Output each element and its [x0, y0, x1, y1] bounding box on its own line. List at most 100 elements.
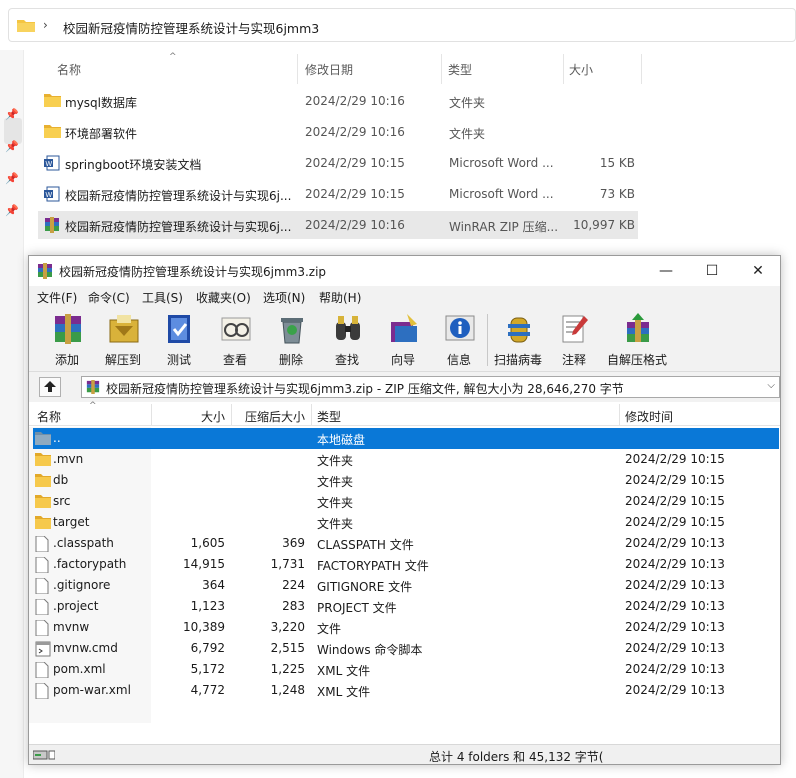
column-date-modified[interactable]: 修改日期	[305, 61, 353, 78]
winrar-app-icon	[37, 263, 53, 282]
maximize-button[interactable]: ☐	[689, 256, 735, 286]
file-icon	[35, 661, 49, 681]
wizard-icon	[387, 312, 421, 346]
menu-bar: 文件(F) 命令(C) 工具(S) 收藏夹(O) 选项(N) 帮助(H)	[29, 286, 780, 308]
winrar-archive-icon	[86, 380, 100, 397]
explorer-row[interactable]: W 校园新冠疫情防控管理系统设计与实现6j... 2024/2/29 10:15…	[38, 180, 638, 208]
comment-icon	[558, 312, 592, 346]
drive-icon[interactable]	[32, 749, 56, 764]
file-list-row[interactable]: src 文件夹 2024/2/29 10:15	[33, 491, 779, 512]
file-list-row[interactable]: mvnw.cmd 6,792 2,515 Windows 命令脚本 2024/2…	[33, 638, 779, 659]
sort-ascending-icon: ^	[169, 52, 177, 62]
file-list-row-selected[interactable]: .. 本地磁盘	[33, 428, 779, 449]
add-button[interactable]: 添加	[39, 310, 95, 370]
file-list-header: 名称 ^ 大小 压缩后大小 类型 修改时间	[29, 401, 780, 426]
file-icon	[35, 577, 49, 597]
comment-button[interactable]: 注释	[546, 310, 602, 370]
folder-icon	[35, 494, 51, 511]
parent-folder-icon	[35, 431, 51, 448]
virus-scan-button[interactable]: 扫描病毒	[490, 310, 546, 370]
sfx-button[interactable]: 自解压格式	[607, 310, 667, 370]
file-list: .. 本地磁盘 .mvn 文件夹 2024/2/29 10:15 db 文件夹 …	[29, 427, 780, 723]
file-icon	[35, 682, 49, 702]
path-bar: 校园新冠疫情防控管理系统设计与实现6jmm3.zip - ZIP 压缩文件, 解…	[29, 372, 780, 402]
sort-ascending-icon: ^	[89, 401, 97, 411]
file-icon	[35, 598, 49, 618]
minimize-button[interactable]: —	[643, 256, 689, 286]
file-icon	[35, 619, 49, 639]
file-list-row[interactable]: target 文件夹 2024/2/29 10:15	[33, 512, 779, 533]
delete-icon	[275, 312, 309, 346]
file-list-row[interactable]: pom.xml 5,172 1,225 XML 文件 2024/2/29 10:…	[33, 659, 779, 680]
folder-icon	[35, 515, 51, 532]
explorer-row[interactable]: W springboot环境安装文档 2024/2/29 10:15 Micro…	[38, 149, 638, 177]
column-size[interactable]: 大小	[201, 408, 225, 425]
pin-icon[interactable]: 📌	[5, 204, 19, 218]
column-name[interactable]: 名称	[37, 408, 61, 425]
up-arrow-icon	[44, 381, 56, 392]
archive-path-text: 校园新冠疫情防控管理系统设计与实现6jmm3.zip - ZIP 压缩文件, 解…	[106, 382, 624, 396]
wizard-button[interactable]: 向导	[375, 310, 431, 370]
sfx-icon	[621, 312, 655, 346]
delete-button[interactable]: 删除	[263, 310, 319, 370]
navigation-pane: 📌 📌 📌 📌	[0, 50, 24, 778]
file-list-row[interactable]: pom-war.xml 4,772 1,248 XML 文件 2024/2/29…	[33, 680, 779, 701]
chevron-right-icon[interactable]: ›	[43, 18, 48, 32]
menu-help[interactable]: 帮助(H)	[319, 289, 361, 306]
pin-icon[interactable]: 📌	[5, 140, 19, 154]
file-list-row[interactable]: .classpath 1,605 369 CLASSPATH 文件 2024/2…	[33, 533, 779, 554]
extract-to-icon	[107, 312, 141, 346]
menu-tools[interactable]: 工具(S)	[142, 289, 183, 306]
column-type[interactable]: 类型	[317, 408, 341, 425]
menu-file[interactable]: 文件(F)	[37, 289, 77, 306]
folder-icon	[35, 452, 51, 469]
find-icon	[331, 312, 365, 346]
find-button[interactable]: 查找	[319, 310, 375, 370]
file-list-row[interactable]: db 文件夹 2024/2/29 10:15	[33, 470, 779, 491]
window-title: 校园新冠疫情防控管理系统设计与实现6jmm3.zip	[59, 265, 327, 279]
menu-favorites[interactable]: 收藏夹(O)	[196, 289, 251, 306]
column-packed-size[interactable]: 压缩后大小	[245, 408, 305, 425]
explorer-row-selected[interactable]: 校园新冠疫情防控管理系统设计与实现6j... 2024/2/29 10:16 W…	[38, 211, 638, 239]
column-name[interactable]: 名称	[57, 61, 81, 78]
status-text: 总计 4 folders 和 45,132 字节(	[429, 750, 604, 764]
word-document-icon: W	[44, 186, 60, 205]
winrar-window: 校园新冠疫情防控管理系统设计与实现6jmm3.zip — ☐ ✕ 文件(F) 命…	[28, 255, 781, 765]
file-list-row[interactable]: .mvn 文件夹 2024/2/29 10:15	[33, 449, 779, 470]
info-button[interactable]: 信息	[431, 310, 487, 370]
folder-icon	[44, 93, 61, 110]
close-button[interactable]: ✕	[735, 256, 781, 286]
file-list-row[interactable]: .gitignore 364 224 GITIGNORE 文件 2024/2/2…	[33, 575, 779, 596]
pin-icon[interactable]: 📌	[5, 108, 19, 122]
cmd-script-icon	[35, 641, 51, 660]
extract-to-button[interactable]: 解压到	[95, 310, 151, 370]
explorer-row[interactable]: 环境部署软件 2024/2/29 10:16 文件夹	[38, 118, 638, 146]
explorer-row[interactable]: mysql数据库 2024/2/29 10:16 文件夹	[38, 87, 638, 115]
view-button[interactable]: 查看	[207, 310, 263, 370]
test-icon	[163, 312, 197, 346]
file-list-row[interactable]: .factorypath 14,915 1,731 FACTORYPATH 文件…	[33, 554, 779, 575]
file-list-row[interactable]: mvnw 10,389 3,220 文件 2024/2/29 10:13	[33, 617, 779, 638]
file-icon	[35, 535, 49, 555]
virus-scan-icon	[502, 312, 536, 346]
chevron-down-icon[interactable]: ⌵	[767, 380, 775, 391]
test-button[interactable]: 测试	[151, 310, 207, 370]
pin-icon[interactable]: 📌	[5, 172, 19, 186]
svg-text:W: W	[46, 161, 53, 168]
breadcrumb[interactable]: 校园新冠疫情防控管理系统设计与实现6jmm3	[63, 18, 319, 37]
archive-path-combobox[interactable]: 校园新冠疫情防控管理系统设计与实现6jmm3.zip - ZIP 压缩文件, 解…	[81, 376, 780, 398]
toolbar: 添加 解压到 测试 查看 删除 查找 向导 信息 扫描病毒 注释 自解压格式	[29, 308, 780, 372]
title-bar[interactable]: 校园新冠疫情防控管理系统设计与实现6jmm3.zip — ☐ ✕	[29, 256, 780, 286]
column-type[interactable]: 类型	[448, 61, 472, 78]
up-one-level-button[interactable]	[39, 377, 61, 397]
menu-commands[interactable]: 命令(C)	[88, 289, 130, 306]
folder-icon	[44, 124, 61, 141]
status-bar: 总计 4 folders 和 45,132 字节(	[29, 744, 780, 764]
column-modified[interactable]: 修改时间	[625, 408, 673, 425]
menu-options[interactable]: 选项(N)	[263, 289, 305, 306]
column-size[interactable]: 大小	[569, 61, 593, 78]
address-bar[interactable]: › 校园新冠疫情防控管理系统设计与实现6jmm3	[8, 8, 796, 42]
view-icon	[219, 312, 253, 346]
add-archive-icon	[51, 312, 85, 346]
file-list-row[interactable]: .project 1,123 283 PROJECT 文件 2024/2/29 …	[33, 596, 779, 617]
